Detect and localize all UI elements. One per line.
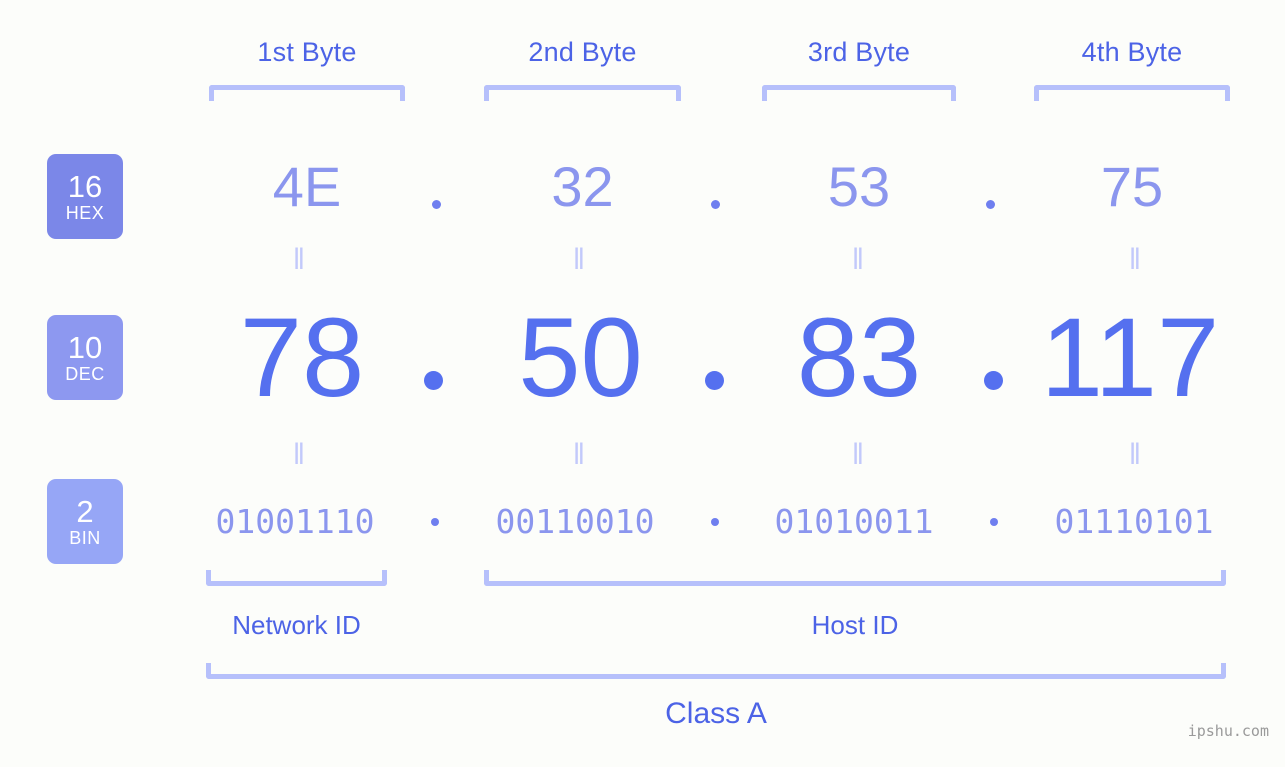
badge-hex-label: HEX	[65, 202, 105, 223]
badge-dec-label: DEC	[65, 363, 105, 384]
byte-bracket-2	[484, 85, 681, 101]
badge-bin: 2 BIN	[47, 479, 123, 564]
hex-value-1: 4E	[272, 155, 342, 218]
host-id-label: Host ID	[811, 610, 899, 640]
watermark: ipshu.com	[1187, 722, 1269, 740]
network-id-label: Network ID	[232, 610, 361, 640]
dec-value-3: 83	[796, 295, 922, 420]
equals-sign-dec-bin-4: ‖	[1128, 438, 1144, 471]
bin-separator-dot-3	[990, 518, 998, 526]
badge-bin-number: 2	[76, 493, 94, 529]
hex-separator-dot-2	[711, 200, 720, 209]
byte-header-label-2: 2nd Byte	[528, 37, 637, 67]
class-bracket	[206, 663, 1226, 679]
byte-header-label-4: 4th Byte	[1081, 37, 1183, 67]
byte-header-label-1: 1st Byte	[257, 37, 357, 67]
badge-hex: 16 HEX	[47, 154, 123, 239]
dec-separator-dot-2	[705, 371, 724, 390]
dec-value-1: 78	[239, 295, 365, 420]
byte-bracket-1	[209, 85, 405, 101]
equals-sign-hex-dec-1: ‖	[292, 243, 308, 276]
equals-sign-hex-dec-4: ‖	[1128, 243, 1144, 276]
dec-separator-dot-1	[424, 371, 443, 390]
byte-bracket-3	[762, 85, 956, 101]
bin-separator-dot-2	[711, 518, 719, 526]
equals-sign-hex-dec-3: ‖	[851, 243, 867, 276]
badge-bin-label: BIN	[69, 527, 101, 548]
hex-value-3: 53	[827, 155, 891, 218]
hex-separator-dot-3	[986, 200, 995, 209]
bin-value-4: 01110101	[1054, 502, 1214, 541]
host-id-bracket	[484, 570, 1226, 586]
byte-bracket-4	[1034, 85, 1230, 101]
bin-value-2: 00110010	[495, 502, 655, 541]
badge-hex-number: 16	[67, 168, 103, 204]
dec-value-2: 50	[518, 295, 643, 420]
equals-sign-dec-bin-2: ‖	[572, 438, 588, 471]
equals-sign-dec-bin-1: ‖	[292, 438, 308, 471]
hex-separator-dot-1	[432, 200, 441, 209]
ip-breakdown-diagram: 1st Byte 2nd Byte 3rd Byte 4th Byte 16 H…	[0, 0, 1285, 767]
dec-separator-dot-3	[984, 371, 1003, 390]
byte-header-label-3: 3rd Byte	[807, 37, 911, 67]
bin-value-3: 01010011	[774, 502, 934, 541]
badge-dec-number: 10	[67, 329, 103, 365]
badge-dec: 10 DEC	[47, 315, 123, 400]
bin-separator-dot-1	[431, 518, 439, 526]
equals-sign-hex-dec-2: ‖	[572, 243, 588, 276]
dec-value-4: 117	[1040, 295, 1220, 420]
hex-value-2: 32	[551, 155, 614, 218]
hex-value-4: 75	[1100, 155, 1164, 218]
class-label: Class A	[665, 697, 767, 730]
equals-sign-dec-bin-3: ‖	[851, 438, 867, 471]
bin-value-1: 01001110	[215, 502, 375, 541]
network-id-bracket	[206, 570, 387, 586]
